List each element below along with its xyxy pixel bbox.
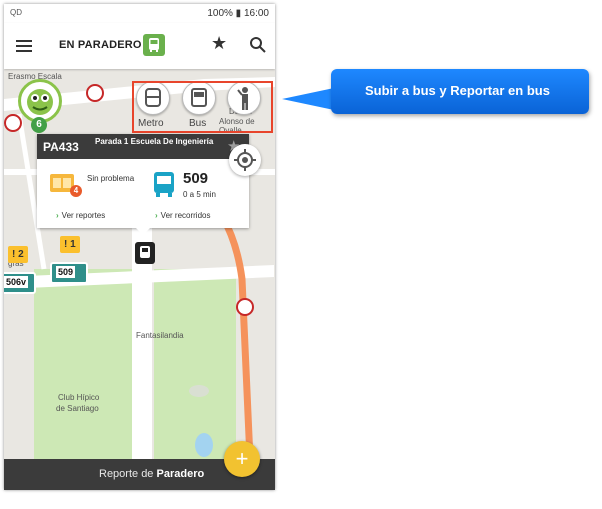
place-label: Fantasilandia [136,331,184,340]
stop-status-text: Sin problema [87,174,135,183]
status-bar-left: QD [10,8,22,17]
star-icon[interactable]: ★ [211,33,227,54]
view-reports-label: Ver reportes [61,211,106,220]
report-stop-label: Reporte de Paradero [99,468,204,480]
view-reports-link[interactable]: › Ver reportes [56,211,105,220]
place-label: de Santiago [56,404,99,413]
menu-icon[interactable] [16,40,32,52]
status-bar-right: 100% ▮ 16:00 [207,8,269,19]
bus-icon [152,170,176,198]
chevron-right-icon: › [155,211,158,220]
status-bar: QD 100% ▮ 16:00 [4,4,275,23]
app-bar: EN PARADERO ★ [4,23,275,69]
stop-info-card[interactable]: PA433 Parada 1 Escuela De Ingeniería ★ 4… [37,134,249,228]
metro-station-icon[interactable] [4,114,22,132]
report-count-badge: 4 [70,185,82,197]
metro-station-icon[interactable] [86,84,104,102]
bus-icon [143,34,165,56]
gps-crosshair-icon [234,149,256,171]
bus-stop-pin-icon[interactable] [135,242,155,264]
callout-pointer [282,88,334,110]
view-trips-label: Ver recorridos [160,211,211,220]
locate-me-button[interactable] [229,144,261,176]
bus-marker[interactable]: 506v [4,272,36,294]
view-trips-link[interactable]: › Ver recorridos [155,211,210,220]
app-title: EN PARADERO [59,39,142,51]
report-stop-prefix: Reporte de [99,468,154,480]
report-stop-emphasis: Paradero [156,468,205,480]
bus-marker-number: 506v [4,276,29,288]
annotation-callout: Subir a bus y Reportar en bus [331,69,589,114]
bus-marker-number: 509 [56,266,76,278]
search-icon[interactable] [248,35,268,55]
phone-screen: QD 100% ▮ 16:00 EN PARADERO ★ Erasmo Esc… [4,4,275,490]
route-eta: 0 a 5 min [183,190,216,199]
stop-card-header: PA433 Parada 1 Escuela De Ingeniería ★ [37,134,249,159]
annotation-text: Subir a bus y Reportar en bus [365,83,550,98]
card-pointer [136,228,150,235]
bus-marker[interactable]: 509 [50,262,88,284]
metro-station-icon[interactable] [236,298,254,316]
chevron-right-icon: › [56,211,59,220]
route-number: 509 [183,170,209,187]
user-level-badge: 6 [31,117,47,133]
stop-code: PA433 [43,140,79,154]
alert-flag[interactable]: ! 1 [60,236,80,253]
place-label: Club Hípico [58,393,100,402]
stop-name: Parada 1 Escuela De Ingeniería [95,137,214,146]
alert-flag[interactable]: ! 2 [8,246,28,263]
highlight-box [132,81,273,133]
add-report-button[interactable]: + [224,441,260,477]
